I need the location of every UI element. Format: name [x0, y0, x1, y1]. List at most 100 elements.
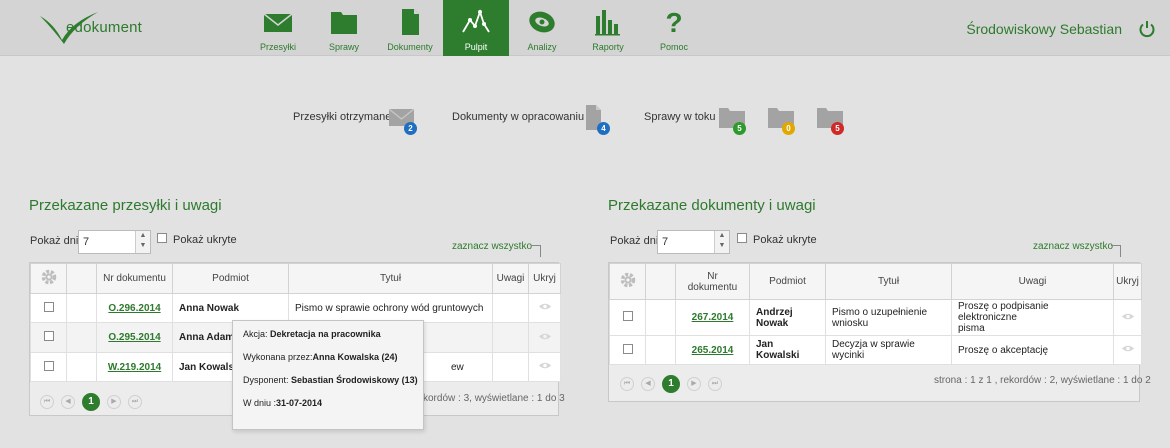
nav-pulpit[interactable]: Pulpit [443, 0, 509, 56]
podmiot-cell: Jan Kowalski [749, 335, 826, 365]
nr-dokumentu-link[interactable]: 267.2014 [692, 312, 734, 323]
tytul-cell: Pismo o uzupełnienie wniosku [825, 299, 952, 336]
nr-header[interactable]: Nr dokumentu [96, 263, 173, 294]
uwagi-cell: Proszę o podpisanie elektroniczne pisma [951, 299, 1114, 336]
row-checkbox[interactable] [43, 301, 54, 312]
left-pager-info: kordów : 3, wyświetlane : 1 do 3 [423, 393, 565, 404]
nav-pomoc[interactable]: ? Pomoc [641, 0, 707, 56]
count-badge: 4 [597, 122, 610, 135]
zaznacz-bracket [531, 245, 541, 257]
row-checkbox[interactable] [43, 331, 54, 341]
pokaz-ukryte-checkbox[interactable] [737, 233, 747, 243]
row-checkbox[interactable] [43, 360, 54, 371]
nr-header[interactable]: Nr dokumentu [675, 263, 750, 300]
user-name[interactable]: Środowiskowy Sebastian [966, 21, 1122, 37]
current-page[interactable]: 1 [82, 393, 100, 411]
gear-icon [620, 272, 635, 288]
first-page-icon[interactable]: ⏮ [620, 377, 634, 391]
uwagi-cell [492, 322, 529, 353]
sprawy-green-summary[interactable]: 5 [718, 102, 748, 136]
sprawy-red-summary[interactable]: 5 [816, 102, 846, 136]
uwagi-cell [492, 352, 529, 382]
left-panel-title: Przekazane przesyłki i uwagi [29, 197, 222, 214]
nav-przesylki[interactable]: Przesyłki [245, 0, 311, 56]
nr-dokumentu-link[interactable]: 265.2014 [692, 345, 734, 356]
first-page-icon[interactable]: ⏮ [40, 395, 54, 409]
settings-header[interactable] [609, 263, 646, 300]
zaznacz-wszystko-link[interactable]: zaznacz wszystko [1033, 241, 1113, 252]
eye-icon[interactable] [1121, 312, 1135, 321]
podmiot-cell: Anna Nowak [172, 293, 289, 323]
eye-icon[interactable] [538, 361, 552, 370]
nav-sprawy[interactable]: Sprawy [311, 0, 377, 56]
podmiot-header[interactable]: Podmiot [749, 263, 826, 300]
uwagi-header[interactable]: Uwagi [492, 263, 529, 294]
eye-icon[interactable] [1121, 344, 1135, 353]
tytul-header[interactable]: Tytuł [825, 263, 952, 300]
settings-header[interactable] [30, 263, 67, 294]
spinner-arrows-icon[interactable]: ▲ ▼ [714, 231, 729, 253]
table-row[interactable]: O.296.2014 Anna Nowak Pismo w sprawie oc… [30, 293, 561, 323]
nav-label: Raporty [592, 42, 624, 52]
tytul-cell: Pismo w sprawie ochrony wód gruntowych [288, 293, 493, 323]
nav-label: Pulpit [464, 42, 488, 52]
dokumenty-summary[interactable]: 4 [583, 102, 613, 136]
podmiot-cell: Andrzej Nowak [749, 299, 826, 336]
eye-icon[interactable] [538, 302, 552, 311]
prev-page-icon[interactable]: ◀ [641, 377, 655, 391]
zaznacz-wszystko-link[interactable]: zaznacz wszystko [452, 241, 532, 252]
count-badge: 5 [733, 122, 746, 135]
current-page[interactable]: 1 [662, 375, 680, 393]
spinner-arrows-icon[interactable]: ▲ ▼ [135, 231, 150, 253]
nav-dokumenty[interactable]: Dokumenty [377, 0, 443, 56]
top-bar: edokument Przesyłki Sprawy Dokumenty Pul… [0, 0, 1170, 56]
folder-icon [331, 12, 357, 34]
tytul-header[interactable]: Tytuł [288, 263, 493, 294]
pokaz-dni-input[interactable]: 7 ▲ ▼ [657, 230, 730, 254]
pokaz-ukryte-checkbox[interactable] [157, 233, 167, 243]
nr-dokumentu-link[interactable]: O.296.2014 [108, 303, 160, 314]
sprawy-yellow-summary[interactable]: 0 [767, 102, 797, 136]
podmiot-header[interactable]: Podmiot [172, 263, 289, 294]
row-checkbox[interactable] [622, 343, 633, 354]
pokaz-dni-input[interactable]: 7 ▲ ▼ [78, 230, 151, 254]
prev-page-icon[interactable]: ◀ [61, 395, 75, 409]
nav-analizy[interactable]: Analizy [509, 0, 575, 56]
last-page-icon[interactable]: ⏭ [128, 395, 142, 409]
pokaz-dni-label: Pokaż dni [610, 235, 659, 247]
nr-dokumentu-link[interactable]: W.219.2014 [108, 362, 161, 373]
count-badge: 5 [831, 122, 844, 135]
row-checkbox[interactable] [622, 311, 633, 321]
power-icon[interactable] [1138, 20, 1156, 38]
dokumenty-table: Nr dokumentu Podmiot Tytuł Uwagi Ukryj 26… [609, 263, 1142, 365]
table-row[interactable]: 267.2014 Andrzej Nowak Pismo o uzupełnien… [609, 299, 1142, 336]
ukryj-header[interactable]: Ukryj [1113, 263, 1142, 300]
nr-dokumentu-link[interactable]: O.295.2014 [108, 332, 160, 343]
next-page-icon[interactable]: ▶ [687, 377, 701, 391]
gear-icon [41, 269, 56, 285]
history-tooltip: Akcja: Dekretacja na pracownika Wykonana… [232, 320, 424, 430]
table-row[interactable]: 265.2014 Jan Kowalski Decyzja w sprawie … [609, 335, 1142, 365]
przesylki-summary[interactable]: 2 [388, 102, 418, 136]
next-page-icon[interactable]: ▶ [107, 395, 121, 409]
nav-label: Pomoc [659, 42, 688, 52]
dokumenty-label: Dokumenty w opracowaniu [452, 111, 585, 123]
tooltip-wykonana: Wykonana przez:Anna Kowalska (24) [243, 352, 398, 362]
last-page-icon[interactable]: ⏭ [708, 377, 722, 391]
sprawy-label: Sprawy w toku [644, 111, 716, 123]
eye-icon[interactable] [538, 332, 552, 341]
left-pager: ⏮ ◀ 1 ▶ ⏭ [40, 393, 149, 411]
analysis-icon [529, 11, 555, 33]
nav-raporty[interactable]: Raporty [575, 0, 641, 56]
uwagi-header[interactable]: Uwagi [951, 263, 1114, 300]
help-icon: ? [665, 8, 682, 36]
nav-label: Dokumenty [387, 42, 433, 52]
envelope-icon [263, 13, 293, 32]
right-panel-title: Przekazane dokumenty i uwagi [608, 197, 816, 214]
ukryj-header[interactable]: Ukryj [528, 263, 561, 294]
logo-text: edokument [66, 19, 143, 36]
tooltip-akcja: Akcja: Dekretacja na pracownika [243, 329, 381, 339]
document-icon [402, 9, 419, 35]
pokaz-ukryte-label: Pokaż ukryte [173, 234, 237, 246]
pokaz-dni-value: 7 [662, 236, 669, 248]
